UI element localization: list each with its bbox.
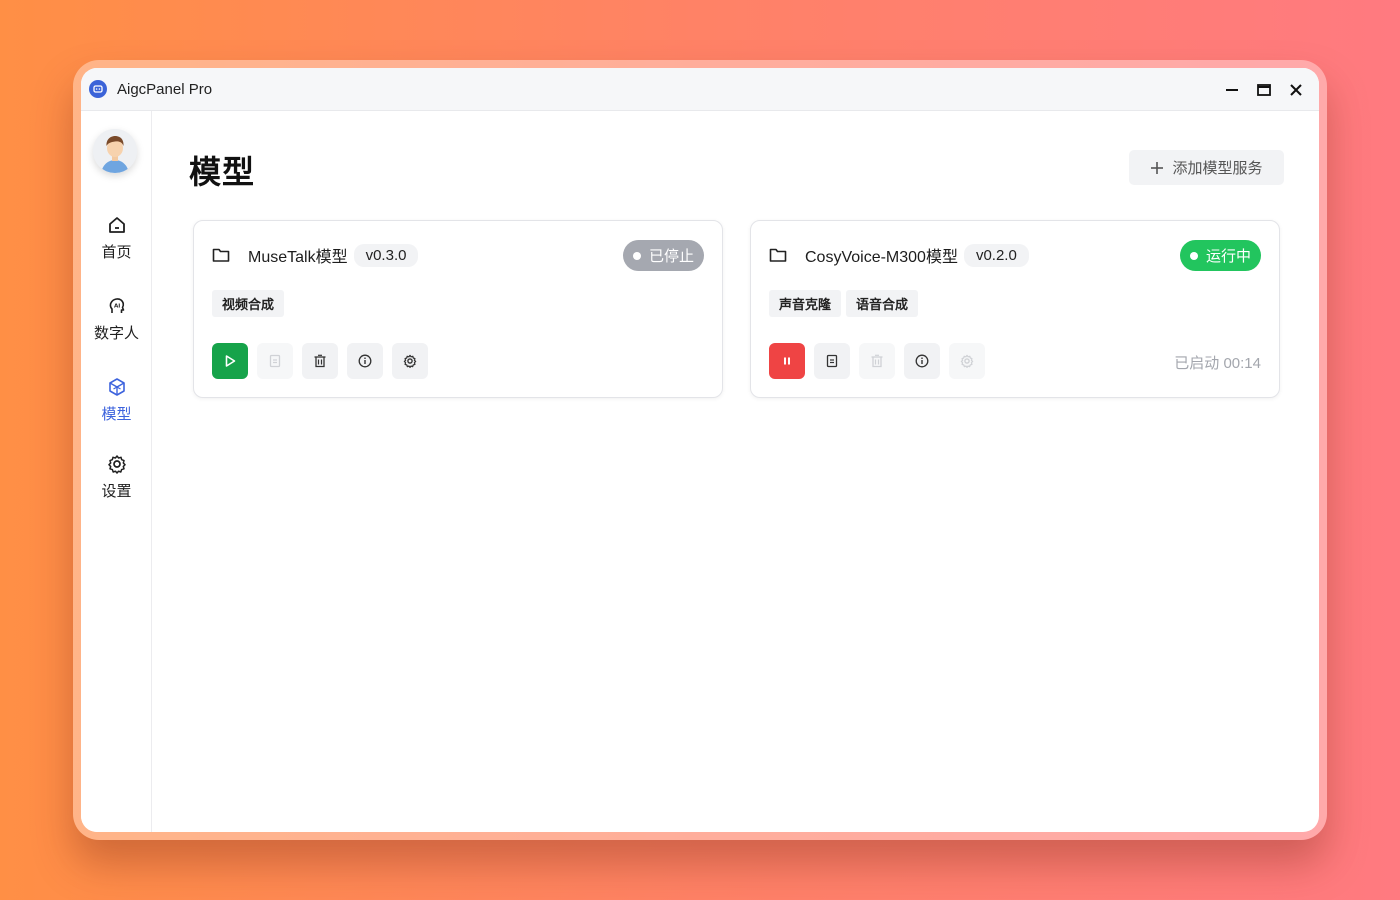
version-badge: v0.2.0 <box>963 243 1029 267</box>
model-name: CosyVoice-M300模型 <box>805 249 958 266</box>
uptime-text: 已启动 00:14 <box>1174 355 1261 372</box>
pause-icon <box>784 357 790 365</box>
page-title: 模型 <box>189 154 256 190</box>
sidebar-item-label: 设置 <box>101 483 132 500</box>
document-icon <box>269 354 281 368</box>
log-button[interactable] <box>257 343 293 379</box>
sidebar-item-settings[interactable]: 设置 <box>81 454 152 501</box>
model-tag: 声音克隆 <box>769 290 842 317</box>
gear-icon <box>960 354 974 368</box>
close-icon[interactable] <box>1287 81 1305 99</box>
delete-button[interactable] <box>302 343 338 379</box>
add-model-service-label: 添加模型服务 <box>1172 160 1263 177</box>
settings-button[interactable] <box>392 343 428 379</box>
svg-text:AI: AI <box>114 304 120 310</box>
trash-icon <box>314 354 326 368</box>
sidebar-item-label: 首页 <box>101 244 132 261</box>
status-dot-icon <box>1189 251 1198 260</box>
sidebar-item-home[interactable]: 首页 <box>81 215 152 262</box>
start-button[interactable] <box>212 343 248 379</box>
folder-icon <box>212 248 230 262</box>
info-icon <box>915 354 929 368</box>
status-badge: 已停止 <box>622 240 704 271</box>
trash-icon <box>871 354 883 368</box>
folder-icon <box>769 248 787 262</box>
log-button[interactable] <box>814 343 850 379</box>
app-logo-icon <box>89 80 107 98</box>
stop-button[interactable] <box>769 343 805 379</box>
status-text: 已停止 <box>648 248 694 265</box>
add-model-service-button[interactable]: 添加模型服务 <box>1129 150 1284 185</box>
plus-icon <box>1151 161 1164 174</box>
model-tag: 视频合成 <box>212 290 285 317</box>
model-card: CosyVoice-M300模型 v0.2.0 运行中 声音克隆 语音合成 已启… <box>750 220 1280 398</box>
settings-button[interactable] <box>949 343 985 379</box>
info-button[interactable] <box>347 343 383 379</box>
document-icon <box>826 354 838 368</box>
sidebar-item-models[interactable]: 模型 <box>81 377 152 424</box>
status-dot-icon <box>632 251 641 260</box>
version-badge: v0.3.0 <box>353 243 419 267</box>
status-text: 运行中 <box>1205 248 1251 265</box>
home-icon <box>108 217 125 233</box>
app-window: AigcPanel Pro 首页 AI 数字人 模型 设置 模型 添加模型服务 … <box>81 68 1319 832</box>
sidebar-item-label: 数字人 <box>93 325 139 342</box>
cube-icon <box>108 378 125 396</box>
delete-button[interactable] <box>859 343 895 379</box>
gear-icon <box>107 455 126 474</box>
app-title: AigcPanel Pro <box>117 80 213 98</box>
main-content: 模型 添加模型服务 MuseTalk模型 v0.3.0 已停止 视频合成 Cos… <box>153 111 1319 832</box>
ai-head-icon: AI <box>109 298 124 313</box>
play-icon <box>225 355 236 367</box>
avatar[interactable] <box>93 129 137 173</box>
gear-icon <box>403 354 417 368</box>
maximize-icon[interactable] <box>1255 81 1273 99</box>
model-name: MuseTalk模型 <box>248 249 348 266</box>
minimize-icon[interactable] <box>1223 81 1241 99</box>
info-button[interactable] <box>904 343 940 379</box>
model-card: MuseTalk模型 v0.3.0 已停止 视频合成 <box>193 220 723 398</box>
sidebar-item-digital-human[interactable]: AI 数字人 <box>81 296 152 343</box>
info-icon <box>358 354 372 368</box>
sidebar: 首页 AI 数字人 模型 设置 <box>81 111 152 832</box>
sidebar-item-label: 模型 <box>101 406 132 423</box>
title-bar: AigcPanel Pro <box>81 68 1319 111</box>
model-tag: 语音合成 <box>846 290 919 317</box>
status-badge: 运行中 <box>1179 240 1261 271</box>
